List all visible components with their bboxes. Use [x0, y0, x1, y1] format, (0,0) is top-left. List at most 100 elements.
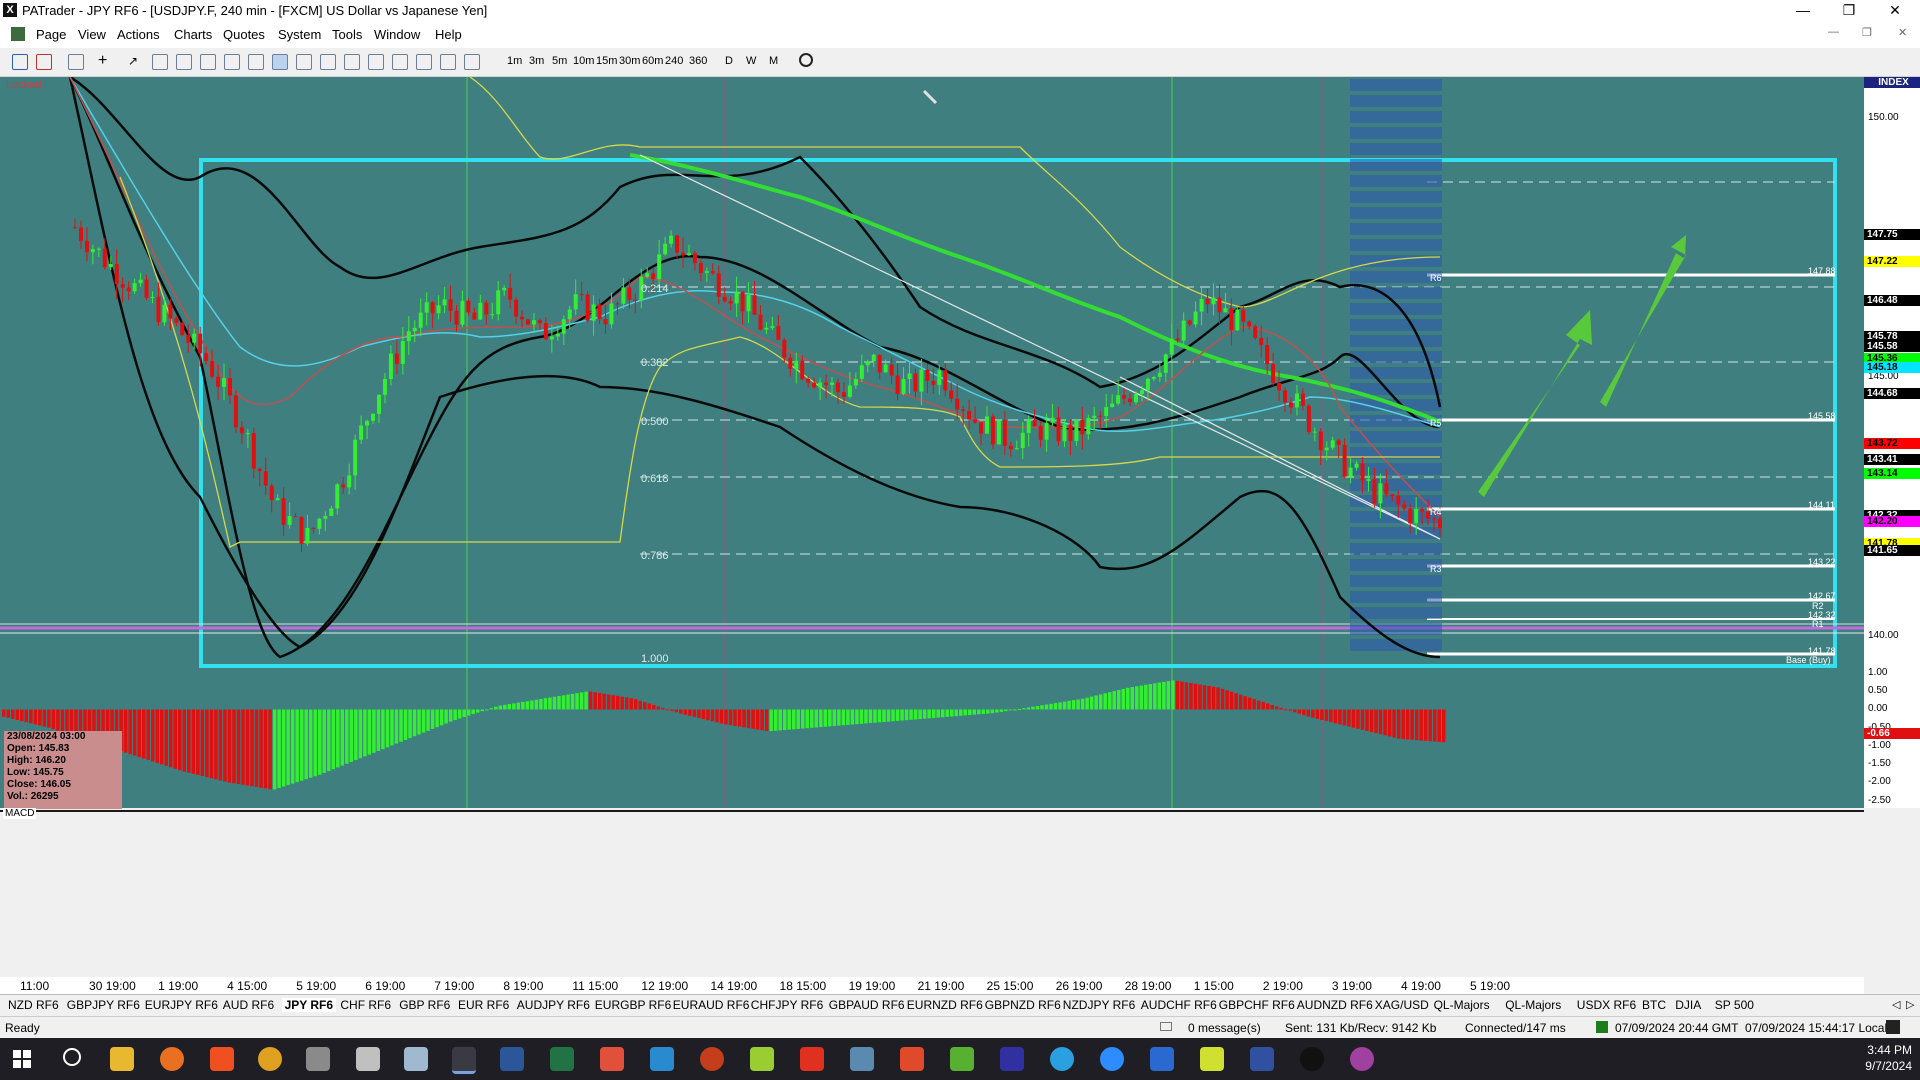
indicator-tool-icon[interactable]: [464, 54, 480, 70]
candle[interactable]: [579, 294, 584, 296]
candle[interactable]: [818, 382, 823, 388]
candle[interactable]: [293, 516, 298, 518]
candle[interactable]: [84, 240, 89, 253]
candle[interactable]: [663, 243, 668, 255]
menu-actions[interactable]: Actions: [117, 27, 160, 42]
symbol-tab[interactable]: EURAUD RF6: [673, 998, 750, 1012]
patrader-icon[interactable]: [356, 1047, 380, 1071]
menu-system[interactable]: System: [278, 27, 321, 42]
text-tool-icon[interactable]: [392, 54, 408, 70]
candle[interactable]: [776, 326, 781, 340]
list-tool-icon[interactable]: [440, 54, 456, 70]
sell-tool-icon[interactable]: [36, 54, 52, 70]
menu-charts[interactable]: Charts: [174, 27, 212, 42]
sticky-notes-icon[interactable]: [1200, 1047, 1224, 1071]
notes-icon[interactable]: [404, 1047, 428, 1071]
buy-tool-icon[interactable]: [12, 54, 28, 70]
candle[interactable]: [1080, 419, 1085, 435]
cycle-tool-icon[interactable]: [344, 54, 360, 70]
candle[interactable]: [1014, 448, 1019, 450]
candle[interactable]: [895, 375, 900, 394]
candle[interactable]: [740, 291, 745, 312]
tf-5m[interactable]: 5m: [552, 55, 567, 67]
candle[interactable]: [1283, 390, 1288, 403]
tab-scroll-right-icon[interactable]: ▷: [1906, 998, 1914, 1011]
candle[interactable]: [78, 227, 83, 241]
candle[interactable]: [120, 284, 125, 288]
candle[interactable]: [967, 410, 972, 420]
candle[interactable]: [1348, 467, 1353, 477]
candle[interactable]: [311, 527, 316, 529]
candle[interactable]: [90, 249, 95, 253]
candle[interactable]: [1139, 390, 1144, 394]
symbol-tab[interactable]: GBP RF6: [399, 998, 450, 1012]
candle[interactable]: [347, 475, 352, 488]
candle[interactable]: [406, 331, 411, 342]
candle[interactable]: [567, 309, 572, 320]
candle[interactable]: [394, 353, 399, 364]
candle[interactable]: [1092, 415, 1097, 418]
symbol-tab[interactable]: EURGBP RF6: [595, 998, 671, 1012]
candle[interactable]: [305, 527, 310, 544]
symbol-tab[interactable]: AUD RF6: [223, 998, 274, 1012]
symbol-tab[interactable]: XAG/USD: [1375, 998, 1429, 1012]
candle[interactable]: [973, 419, 978, 423]
candle[interactable]: [514, 299, 519, 317]
candle[interactable]: [990, 416, 995, 445]
candle[interactable]: [603, 319, 608, 325]
candle[interactable]: [996, 420, 1001, 445]
candle[interactable]: [448, 299, 453, 311]
candle[interactable]: [675, 235, 680, 253]
candle[interactable]: [227, 378, 232, 396]
hline-tool-icon[interactable]: [152, 54, 168, 70]
candle[interactable]: [1402, 504, 1407, 509]
symbol-tab[interactable]: AUDJPY RF6: [517, 998, 590, 1012]
fib-ext-tool-icon[interactable]: [296, 54, 312, 70]
panel-divider[interactable]: [0, 810, 1864, 812]
candle[interactable]: [961, 409, 966, 411]
candle[interactable]: [1199, 298, 1204, 312]
candle[interactable]: [979, 422, 984, 434]
candle[interactable]: [1265, 345, 1270, 365]
candle[interactable]: [669, 235, 674, 244]
candle[interactable]: [132, 283, 137, 292]
candle[interactable]: [424, 302, 429, 313]
candle[interactable]: [490, 314, 495, 316]
candle[interactable]: [1223, 308, 1228, 313]
candle[interactable]: [633, 299, 638, 301]
candle[interactable]: [1056, 417, 1061, 442]
symbol-tab[interactable]: DJIA: [1675, 998, 1701, 1012]
candle[interactable]: [299, 516, 304, 544]
pointer-icon[interactable]: ↗: [128, 54, 144, 70]
candle[interactable]: [1438, 518, 1442, 529]
video-icon[interactable]: [1150, 1047, 1174, 1071]
candle[interactable]: [1062, 424, 1067, 442]
symbol-tab[interactable]: GBPJPY RF6: [67, 998, 140, 1012]
candle[interactable]: [1366, 479, 1371, 481]
candle[interactable]: [543, 323, 548, 340]
candle[interactable]: [901, 379, 906, 394]
candle[interactable]: [657, 254, 662, 280]
candle[interactable]: [925, 369, 930, 381]
symbol-tab[interactable]: GBPCHF RF6: [1219, 998, 1295, 1012]
star-app-icon[interactable]: [1250, 1047, 1274, 1071]
candle[interactable]: [192, 333, 197, 343]
tf-1m[interactable]: 1m: [507, 55, 522, 67]
symbol-tab[interactable]: AUDCHF RF6: [1141, 998, 1217, 1012]
candle[interactable]: [1360, 463, 1365, 481]
candle[interactable]: [1175, 338, 1180, 341]
mail-icon[interactable]: [1160, 1022, 1172, 1031]
candle[interactable]: [216, 376, 221, 387]
candle[interactable]: [1294, 393, 1299, 408]
candle[interactable]: [919, 369, 924, 392]
symbol-tab[interactable]: BTC: [1642, 998, 1666, 1012]
tf-240[interactable]: 240: [665, 55, 683, 67]
candle[interactable]: [609, 303, 614, 325]
candle[interactable]: [1044, 422, 1049, 440]
candle[interactable]: [883, 364, 888, 373]
candle[interactable]: [520, 316, 525, 320]
telegram-icon[interactable]: [1050, 1047, 1074, 1071]
candle[interactable]: [156, 296, 161, 323]
candle[interactable]: [686, 253, 691, 256]
candle[interactable]: [412, 327, 417, 332]
